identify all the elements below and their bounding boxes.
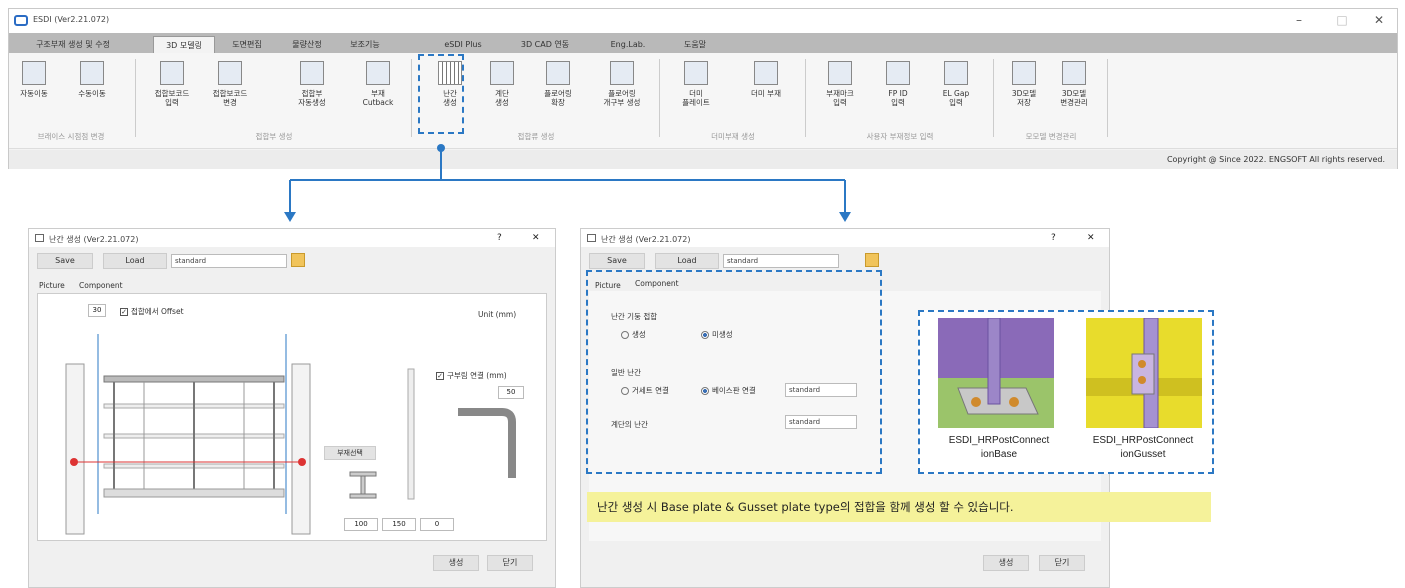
cancel-button[interactable]: 닫기 xyxy=(487,555,533,571)
close-button[interactable]: ✕ xyxy=(532,233,540,243)
cancel-button[interactable]: 닫기 xyxy=(1039,555,1085,571)
preset-combo[interactable]: standard xyxy=(171,254,287,268)
base-caption: ESDI_HRPostConnect ionBase xyxy=(948,435,1050,460)
extend-checkbox[interactable]: ✓ 구부림 연결 (mm) xyxy=(436,370,507,381)
dim-input-1[interactable]: 100 xyxy=(344,518,378,531)
dialog-title: 난간 생성 (Ver2.21.072) xyxy=(601,235,691,244)
help-button[interactable]: ? xyxy=(1051,233,1056,243)
load-button[interactable]: Load xyxy=(655,253,719,269)
gusset-plate-3d-image xyxy=(1086,318,1202,428)
window-icon xyxy=(587,234,596,242)
create-button[interactable]: 생성 xyxy=(983,555,1029,571)
preview-group: ESDI_HRPostConnect ionBase ESDI_HRPostCo… xyxy=(918,310,1214,474)
extend-input[interactable]: 50 xyxy=(498,386,524,399)
save-button[interactable]: Save xyxy=(37,253,93,269)
component-highlight xyxy=(586,270,882,474)
unit-label: Unit (mm) xyxy=(478,310,517,319)
folder-icon[interactable] xyxy=(291,253,305,267)
h-beam-icon xyxy=(349,471,377,499)
picture-panel: 30 ✓ 접합에서 Offset Unit (mm) 부재선택 ✓ 구부림 연결… xyxy=(37,293,547,541)
save-button[interactable]: Save xyxy=(589,253,645,269)
load-button[interactable]: Load xyxy=(103,253,167,269)
dialog-title-bar: 난간 생성 (Ver2.21.072) ? ✕ xyxy=(29,229,555,247)
create-button[interactable]: 생성 xyxy=(433,555,479,571)
dim-input-2[interactable]: 150 xyxy=(382,518,416,531)
tab-component[interactable]: Component xyxy=(79,281,123,290)
tab-picture[interactable]: Picture xyxy=(39,281,65,290)
railing-elevation-drawing xyxy=(65,334,415,535)
feature-note: 난간 생성 시 Base plate & Gusset plate type의 … xyxy=(587,492,1211,522)
window-icon xyxy=(35,234,44,242)
preset-combo[interactable]: standard xyxy=(723,254,839,268)
base-plate-3d-image xyxy=(938,318,1054,428)
railing-dialog-picture: 난간 생성 (Ver2.21.072) ? ✕ Save Load standa… xyxy=(28,228,556,588)
dialog-title-bar: 난간 생성 (Ver2.21.072) ? ✕ xyxy=(581,229,1109,247)
checkbox-icon: ✓ xyxy=(436,372,444,380)
folder-icon[interactable] xyxy=(865,253,879,267)
dialog-title: 난간 생성 (Ver2.21.072) xyxy=(49,235,139,244)
bent-rail-drawing xyxy=(458,408,516,478)
close-button[interactable]: ✕ xyxy=(1087,233,1095,243)
gusset-caption: ESDI_HRPostConnect ionGusset xyxy=(1092,435,1194,460)
dim-input-3[interactable]: 0 xyxy=(420,518,454,531)
help-button[interactable]: ? xyxy=(497,233,502,243)
member-select-button[interactable]: 부재선택 xyxy=(324,446,376,460)
